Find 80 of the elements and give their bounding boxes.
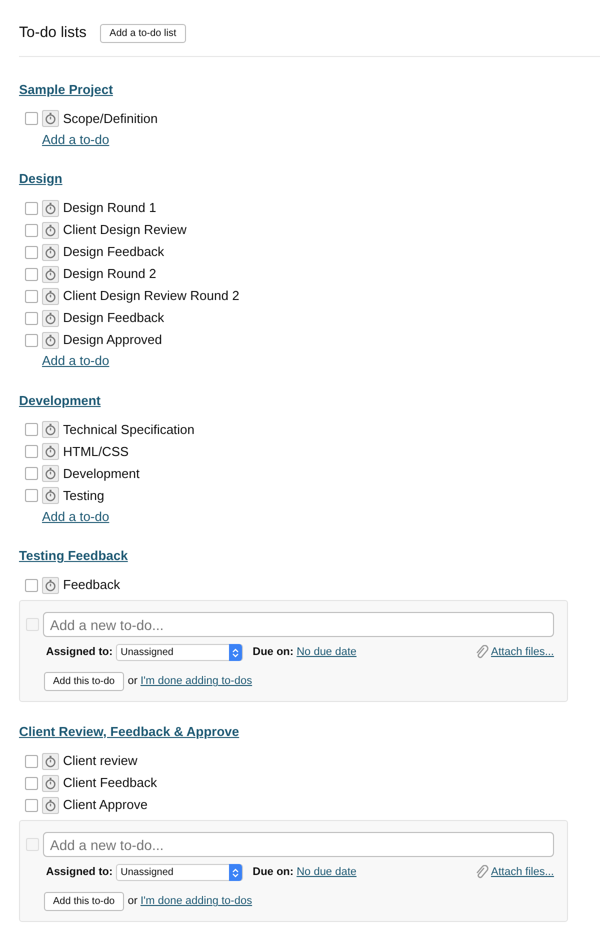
todo-label: Development [63,464,140,483]
todo-checkbox[interactable] [25,334,38,346]
todo-label: Client review [63,752,138,770]
paperclip-icon [475,645,490,660]
todo-checkbox[interactable] [25,445,38,458]
add-list-button[interactable]: Add a to-do list [100,24,186,43]
todo-label: Design Round 1 [63,199,156,218]
timer-icon[interactable] [42,487,59,504]
todo-checkbox[interactable] [25,467,38,480]
assigned-label: Assigned to: [46,645,113,660]
todo-label: Scope/Definition [63,110,158,128]
todo-checkbox[interactable] [25,246,38,258]
assignee-select[interactable]: Unassigned [116,864,243,881]
timer-icon[interactable] [42,421,59,438]
paperclip-icon [475,865,490,880]
todo-label: Design Approved [63,331,162,350]
select-arrows-icon [228,864,242,881]
todo-label: Client Feedback [63,774,157,792]
todo-checkbox[interactable] [25,578,38,592]
attach-files-link[interactable]: Attach files... [491,864,554,881]
list-title-link[interactable]: Development [19,392,101,408]
timer-icon[interactable] [42,465,59,482]
todo-label: Client Design Review [63,221,187,240]
list-title-link[interactable]: Design [19,171,62,186]
due-label: Due on: [252,865,294,880]
timer-icon[interactable] [42,110,59,127]
timer-icon[interactable] [42,288,59,304]
timer-icon[interactable] [42,222,59,238]
list-title-link[interactable]: Client Review, Feedback & Approve [19,724,240,739]
timer-icon[interactable] [42,576,59,594]
or-text: or [128,674,138,690]
todo-checkbox[interactable] [25,268,38,280]
add-todo-button[interactable]: Add this to-do [44,672,124,691]
timer-icon[interactable] [42,774,59,792]
add-todo-button[interactable]: Add this to-do [44,892,124,911]
due-label: Due on: [252,645,294,660]
todo-checkbox[interactable] [25,112,38,125]
todo-label: Feedback [63,576,120,594]
timer-icon[interactable] [42,244,59,260]
timer-icon[interactable] [42,332,59,348]
todo-checkbox[interactable] [25,798,38,812]
attach-files-link[interactable]: Attach files... [491,644,554,661]
todo-label: Design Feedback [63,243,164,262]
assigned-label: Assigned to: [46,865,113,880]
new-todo-field[interactable]: Add a new to-do... [43,612,554,637]
timer-icon[interactable] [42,796,59,814]
done-adding-link[interactable]: I'm done adding to-dos [140,893,252,910]
todo-label: Client Approve [63,796,148,814]
due-date-link[interactable]: No due date [296,644,357,661]
or-text: or [128,894,138,910]
add-todo-link[interactable]: Add a to-do [42,130,110,149]
page-title: To-do lists [19,23,87,43]
timer-icon[interactable] [42,752,59,770]
todo-checkbox[interactable] [25,202,38,214]
todo-label: Technical Specification [63,420,195,439]
assignee-select[interactable]: Unassigned [116,644,243,661]
todo-checkbox[interactable] [25,290,38,302]
timer-icon[interactable] [42,200,59,216]
list-title-link[interactable]: Testing Feedback [19,548,128,563]
todo-checkbox[interactable] [25,489,38,502]
timer-icon[interactable] [42,266,59,282]
add-todo-link[interactable]: Add a to-do [42,506,110,526]
timer-icon[interactable] [42,443,59,460]
todo-checkbox[interactable] [25,312,38,324]
todo-checkbox[interactable] [25,776,38,790]
timer-icon[interactable] [42,310,59,326]
todo-label: Design Round 2 [63,265,156,284]
todo-checkbox[interactable] [25,224,38,236]
todo-label: Testing [63,486,104,505]
add-todo-link[interactable]: Add a to-do [42,351,110,370]
due-date-link[interactable]: No due date [296,864,357,881]
select-arrows-icon [228,644,242,661]
todo-label: Design Feedback [63,309,164,328]
todo-label: Client Design Review Round 2 [63,287,240,306]
new-todo-field[interactable]: Add a new to-do... [43,832,554,857]
done-adding-link[interactable]: I'm done adding to-dos [140,673,252,690]
list-title-link[interactable]: Sample Project [19,82,113,96]
todo-checkbox[interactable] [25,754,38,768]
todo-checkbox[interactable] [25,423,38,436]
todo-label: HTML/CSS [63,442,129,461]
